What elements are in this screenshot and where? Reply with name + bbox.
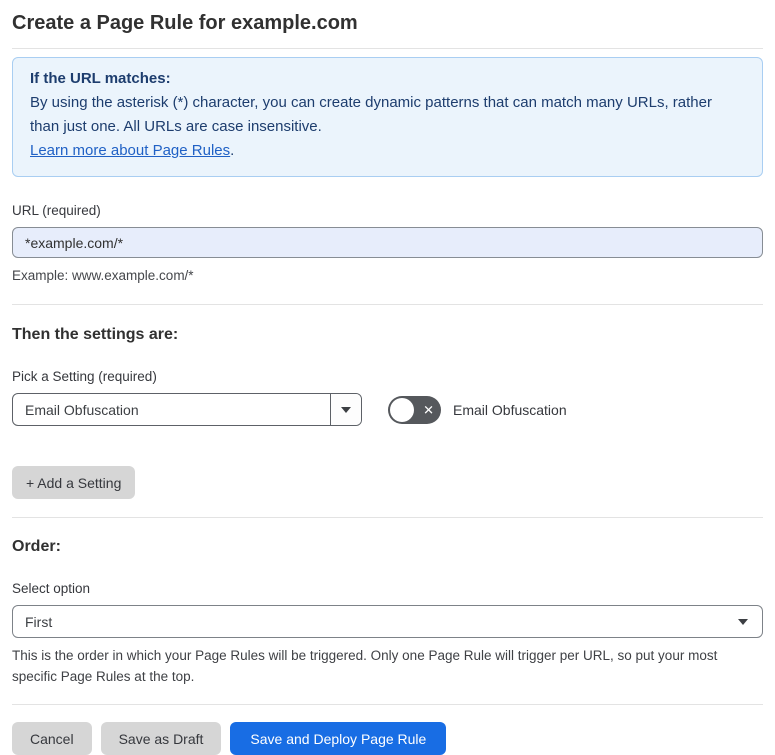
pick-setting-label: Pick a Setting (required) bbox=[12, 369, 157, 384]
footer-actions: Cancel Save as Draft Save and Deploy Pag… bbox=[12, 722, 763, 755]
email-obfuscation-toggle[interactable]: ✕ bbox=[388, 395, 441, 424]
order-help-text: This is the order in which your Page Rul… bbox=[12, 648, 718, 684]
info-box-heading: If the URL matches: bbox=[30, 70, 171, 87]
order-select[interactable]: First bbox=[12, 605, 763, 638]
learn-more-link[interactable]: Learn more about Page Rules bbox=[30, 142, 230, 159]
info-box-body: By using the asterisk (*) character, you… bbox=[30, 94, 712, 135]
setting-dropdown-arrow-button[interactable] bbox=[330, 394, 361, 425]
page-title: Create a Page Rule for example.com bbox=[12, 0, 763, 49]
x-icon: ✕ bbox=[423, 401, 434, 417]
toggle-label: Email Obfuscation bbox=[453, 401, 567, 418]
chevron-down-icon bbox=[341, 406, 351, 413]
order-section-heading: Order: bbox=[12, 538, 61, 555]
select-option-label: Select option bbox=[12, 581, 91, 596]
info-box-link-line: Learn more about Page Rules. bbox=[30, 139, 745, 163]
chevron-down-icon bbox=[738, 618, 748, 625]
url-example-text: Example: www.example.com/* bbox=[12, 268, 194, 283]
order-select-value: First bbox=[25, 613, 53, 630]
cancel-button[interactable]: Cancel bbox=[12, 722, 92, 755]
setting-dropdown[interactable]: Email Obfuscation bbox=[12, 393, 362, 426]
url-input[interactable] bbox=[12, 227, 763, 258]
save-as-draft-button[interactable]: Save as Draft bbox=[100, 722, 222, 755]
section-divider bbox=[12, 304, 763, 305]
section-divider bbox=[12, 517, 763, 518]
setting-row: Email Obfuscation ✕ Email Obfuscation bbox=[12, 393, 763, 426]
footer-divider bbox=[12, 704, 763, 705]
add-setting-button[interactable]: + Add a Setting bbox=[12, 466, 136, 499]
setting-dropdown-value: Email Obfuscation bbox=[25, 401, 139, 418]
email-obfuscation-toggle-group: ✕ Email Obfuscation bbox=[388, 395, 567, 424]
toggle-knob bbox=[390, 397, 414, 422]
settings-section-heading: Then the settings are: bbox=[12, 326, 179, 343]
save-and-deploy-button[interactable]: Save and Deploy Page Rule bbox=[230, 722, 447, 755]
url-match-info-box: If the URL matches: By using the asteris… bbox=[12, 57, 763, 177]
create-page-rule-form: Create a Page Rule for example.com If th… bbox=[0, 0, 775, 755]
link-period: . bbox=[230, 142, 235, 159]
url-field-label: URL (required) bbox=[12, 203, 101, 218]
